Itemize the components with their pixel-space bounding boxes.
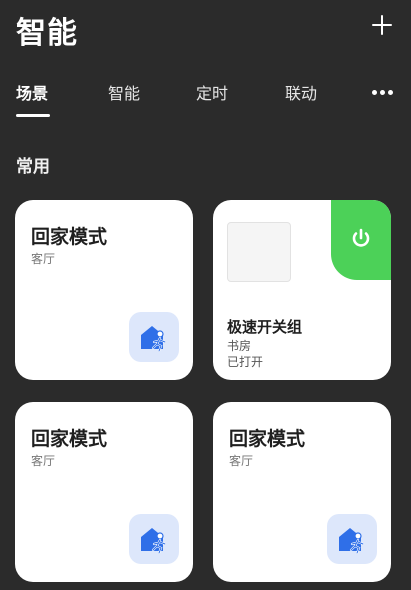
tab-timer[interactable]: 定时: [196, 80, 228, 104]
header: 智能: [0, 0, 411, 60]
active-tab-indicator: [16, 114, 50, 117]
tab-smart[interactable]: 智能: [108, 80, 140, 104]
home-run-icon[interactable]: [327, 514, 377, 564]
scene-card-title: 回家模式: [31, 428, 108, 450]
power-icon: [352, 228, 370, 247]
scene-card[interactable]: 回家模式 客厅: [15, 402, 193, 582]
home-run-icon[interactable]: [129, 312, 179, 362]
scene-card-room: 客厅: [31, 252, 56, 266]
add-icon[interactable]: [369, 12, 395, 38]
scene-card[interactable]: 回家模式 客厅: [213, 402, 391, 582]
more-icon[interactable]: [372, 90, 394, 96]
power-button[interactable]: [331, 200, 391, 280]
tab-bar: 场景 智能 定时 联动: [0, 76, 411, 120]
scene-card-room: 客厅: [229, 454, 254, 468]
scene-card-title: 回家模式: [31, 226, 108, 248]
scene-card[interactable]: 回家模式 客厅: [15, 200, 193, 380]
switch-group-room: 书房: [227, 339, 252, 353]
scene-card-title: 回家模式: [229, 428, 306, 450]
tab-linkage[interactable]: 联动: [285, 80, 317, 104]
section-title: 常用: [16, 157, 50, 177]
home-run-icon[interactable]: [129, 514, 179, 564]
scene-card-room: 客厅: [31, 454, 56, 468]
switch-group-title: 极速开关组: [227, 318, 303, 336]
switch-device-image: [227, 222, 291, 282]
switch-group-card[interactable]: 极速开关组 书房 已打开: [213, 200, 391, 380]
tab-scenes[interactable]: 场景: [16, 80, 48, 104]
switch-group-status: 已打开: [227, 355, 264, 369]
page-title: 智能: [16, 16, 78, 51]
